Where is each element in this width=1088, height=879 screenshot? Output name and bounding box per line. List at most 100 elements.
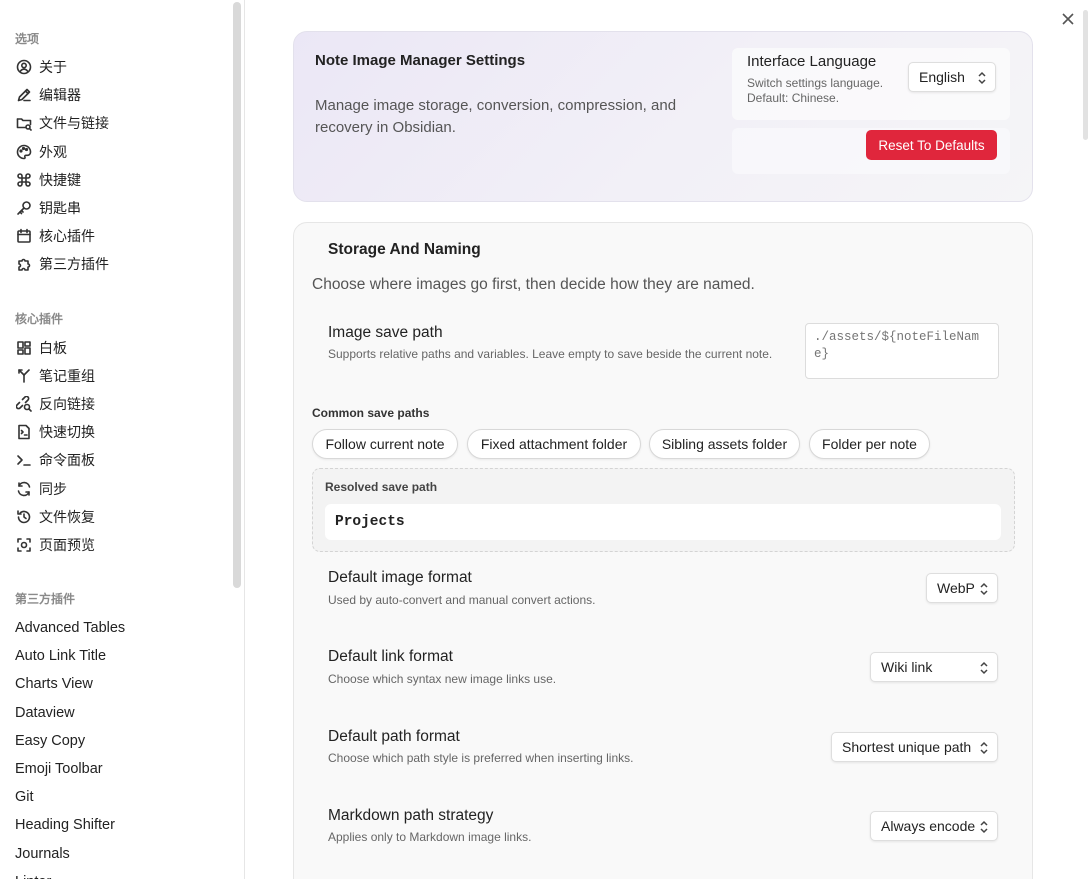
markdown-strategy-description: Applies only to Markdown image links. — [328, 830, 532, 844]
image-format-select[interactable]: WebP — [926, 573, 998, 603]
language-title: Interface Language — [747, 53, 877, 70]
settings-hero-card: Note Image Manager Settings Manage image… — [293, 31, 1033, 202]
sidebar-item-command-palette[interactable]: 命令面板 — [0, 446, 244, 474]
chevron-updown-icon — [979, 582, 989, 596]
chevron-updown-icon — [977, 71, 987, 85]
sidebar-item-appearance[interactable]: 外观 — [0, 138, 244, 166]
chip-follow-current-note[interactable]: Follow current note — [312, 429, 458, 459]
sidebar-plugin-easy-copy[interactable]: Easy Copy — [0, 727, 244, 755]
markdown-strategy-value: Always encode — [881, 818, 976, 834]
sidebar-item-label: 文件恢复 — [39, 508, 95, 525]
command-icon — [15, 171, 33, 189]
resolved-path-label: Resolved save path — [325, 480, 438, 494]
sidebar-item-files-links[interactable]: 文件与链接 — [0, 109, 244, 137]
sidebar-item-label: 文件与链接 — [39, 115, 109, 132]
path-format-value: Shortest unique path — [842, 739, 972, 755]
close-button[interactable] — [1058, 9, 1078, 29]
folder-icon — [15, 114, 33, 132]
sidebar-heading-options: 选项 — [15, 32, 40, 46]
page-title: Note Image Manager Settings — [315, 52, 526, 69]
sidebar-item-page-preview[interactable]: 页面预览 — [0, 531, 244, 559]
sidebar-item-label: 关于 — [39, 59, 67, 76]
sidebar-plugin-charts-view[interactable]: Charts View — [0, 670, 244, 698]
sidebar-scrollbar[interactable] — [233, 2, 241, 588]
sidebar-item-core-plugins[interactable]: 核心插件 — [0, 222, 244, 250]
reset-to-defaults-button[interactable]: Reset To Defaults — [866, 130, 997, 160]
path-format-description: Choose which path style is preferred whe… — [328, 751, 634, 765]
sidebar-item-about[interactable]: 关于 — [0, 53, 244, 81]
link-format-value: Wiki link — [881, 659, 933, 675]
sidebar-item-note-composer[interactable]: 笔记重组 — [0, 362, 244, 390]
sidebar-item-label: 钥匙串 — [39, 200, 81, 217]
file-switch-icon — [15, 423, 33, 441]
sidebar-item-label: 快速切换 — [39, 424, 95, 441]
link-format-description: Choose which syntax new image links use. — [328, 672, 557, 686]
language-select-value: English — [919, 69, 965, 85]
history-icon — [15, 508, 33, 526]
chip-fixed-attachment-folder[interactable]: Fixed attachment folder — [467, 429, 641, 459]
sidebar-plugin-emoji-toolbar[interactable]: Emoji Toolbar — [0, 755, 244, 783]
preview-icon — [15, 536, 33, 554]
terminal-icon — [15, 451, 33, 469]
sidebar-item-sync[interactable]: 同步 — [0, 474, 244, 502]
grid-icon — [15, 339, 33, 357]
link-format-select[interactable]: Wiki link — [870, 652, 998, 682]
merge-icon — [15, 367, 33, 385]
close-icon — [1062, 13, 1074, 25]
user-circle-icon — [15, 58, 33, 76]
language-select[interactable]: English — [908, 62, 996, 92]
sidebar-item-label: 编辑器 — [39, 87, 81, 104]
resolved-path-value: Projects — [325, 504, 1001, 540]
sidebar-item-label: 页面预览 — [39, 536, 95, 553]
sidebar-heading-core: 核心插件 — [15, 311, 64, 326]
chip-folder-per-note[interactable]: Folder per note — [809, 429, 930, 459]
sidebar-plugin-heading-shifter[interactable]: Heading Shifter — [0, 811, 244, 839]
sidebar-item-community-plugins[interactable]: 第三方插件 — [0, 250, 244, 278]
sidebar-item-canvas[interactable]: 白板 — [0, 334, 244, 362]
sidebar-item-backlinks[interactable]: 反向链接 — [0, 390, 244, 418]
section-description: Choose where images go first, then decid… — [312, 276, 755, 293]
language-description: Switch settings language. Default: Chine… — [747, 76, 883, 106]
sidebar-item-label: 反向链接 — [39, 395, 95, 412]
palette-icon — [15, 143, 33, 161]
save-path-input[interactable] — [805, 323, 999, 379]
chip-sibling-assets-folder[interactable]: Sibling assets folder — [649, 429, 800, 459]
chevron-updown-icon — [979, 820, 989, 834]
sidebar-item-keychain[interactable]: 钥匙串 — [0, 194, 244, 222]
link-format-title: Default link format — [328, 648, 453, 665]
pencil-icon — [15, 86, 33, 104]
sidebar-item-file-recovery[interactable]: 文件恢复 — [0, 503, 244, 531]
save-path-title: Image save path — [328, 324, 443, 341]
chevron-updown-icon — [979, 661, 989, 675]
sidebar-item-label: 核心插件 — [39, 228, 95, 245]
resolved-path-panel: Resolved save path Projects — [312, 468, 1015, 552]
sync-icon — [15, 480, 33, 498]
storage-naming-card: Storage And Naming Choose where images g… — [293, 222, 1033, 879]
sidebar-plugin-journals[interactable]: Journals — [0, 840, 244, 868]
sidebar-item-hotkeys[interactable]: 快捷键 — [0, 166, 244, 194]
chevron-updown-icon — [979, 741, 989, 755]
sidebar-item-label: 白板 — [39, 339, 67, 356]
path-format-select[interactable]: Shortest unique path — [831, 732, 998, 762]
sidebar-plugin-auto-link-title[interactable]: Auto Link Title — [0, 642, 244, 670]
section-title: Storage And Naming — [328, 241, 481, 258]
image-format-description: Used by auto-convert and manual convert … — [328, 593, 596, 607]
sidebar-item-quick-switcher[interactable]: 快速切换 — [0, 418, 244, 446]
sidebar-heading-community: 第三方插件 — [15, 592, 76, 606]
sidebar-plugin-linter[interactable]: Linter — [0, 868, 244, 879]
sidebar-plugin-advanced-tables[interactable]: Advanced Tables — [0, 614, 244, 642]
sidebar-item-label: 外观 — [39, 143, 67, 160]
common-paths-label: Common save paths — [312, 406, 430, 420]
sidebar-item-editor[interactable]: 编辑器 — [0, 81, 244, 109]
sidebar-plugin-dataview[interactable]: Dataview — [0, 699, 244, 727]
key-icon — [15, 199, 33, 217]
markdown-strategy-select[interactable]: Always encode — [870, 811, 998, 841]
main-scrollbar[interactable] — [1083, 10, 1088, 140]
save-path-description: Supports relative paths and variables. L… — [328, 347, 773, 361]
sidebar-item-label: 第三方插件 — [39, 256, 109, 273]
sidebar-plugin-git[interactable]: Git — [0, 783, 244, 811]
path-format-title: Default path format — [328, 728, 460, 745]
language-description-line-2: Default: Chinese. — [747, 91, 840, 105]
image-format-value: WebP — [937, 580, 975, 596]
puzzle-icon — [15, 255, 33, 273]
